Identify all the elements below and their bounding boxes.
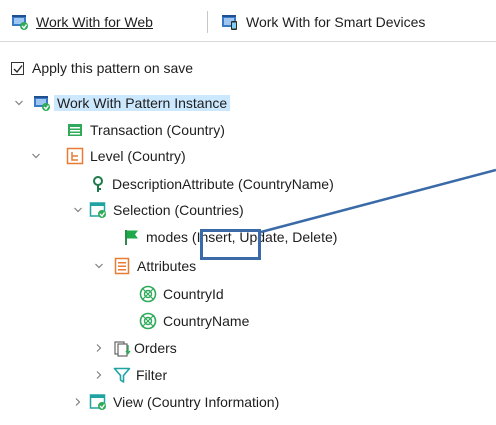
transaction-icon — [68, 124, 82, 136]
attributes-icon — [114, 257, 130, 275]
tree-item-root[interactable]: Work With Pattern Instance — [33, 92, 231, 114]
tree-item-attributes[interactable]: Attributes — [113, 255, 196, 277]
checkmark-icon — [13, 64, 23, 73]
work-with-smart-devices-icon — [222, 15, 237, 30]
work-with-instance-icon — [34, 96, 50, 111]
chevron-down-icon[interactable] — [31, 151, 41, 161]
highlight-box — [200, 229, 261, 260]
view-icon — [89, 394, 106, 410]
tab-separator — [207, 11, 208, 33]
tree-item-selection[interactable]: Selection (Countries) — [89, 199, 244, 221]
tree-item-label: Attributes — [137, 258, 197, 274]
tree-item-label: CountryName — [163, 313, 250, 329]
filter-icon — [113, 367, 131, 383]
tree-item-label: Transaction (Country) — [90, 122, 225, 138]
apply-on-save-option[interactable]: Apply this pattern on save — [11, 60, 193, 76]
chevron-down-icon[interactable] — [94, 261, 104, 271]
tree-item-level[interactable]: Level (Country) — [66, 145, 186, 167]
tree-item-label: DescriptionAttribute (CountryName) — [112, 176, 334, 192]
tab-work-with-smart-devices[interactable]: Work With for Smart Devices — [221, 11, 425, 33]
chevron-right-icon[interactable] — [73, 397, 83, 407]
tree-item-attribute[interactable]: CountryName — [139, 310, 249, 332]
tree-item-label: Orders — [134, 340, 177, 356]
chevron-right-icon[interactable] — [94, 343, 104, 353]
tree-item-label: Filter — [136, 367, 168, 383]
key-icon — [93, 176, 103, 192]
chevron-down-icon[interactable] — [14, 98, 24, 108]
tree-item-description-attribute[interactable]: DescriptionAttribute (CountryName) — [89, 173, 334, 195]
tree-item-transaction[interactable]: Transaction (Country) — [66, 119, 225, 141]
tab-work-with-web[interactable]: Work With for Web — [11, 11, 153, 33]
selection-icon — [89, 202, 106, 218]
apply-on-save-label: Apply this pattern on save — [32, 60, 194, 76]
attribute-icon — [139, 312, 157, 330]
tree-item-attribute[interactable]: CountryId — [139, 283, 224, 305]
apply-on-save-checkbox[interactable] — [11, 61, 24, 75]
tab-work-with-smart-devices-label: Work With for Smart Devices — [246, 14, 426, 30]
tree-item-filter[interactable]: Filter — [113, 364, 167, 386]
pattern-tabs: Work With for Web Work With for Smart De… — [0, 0, 496, 42]
orders-icon — [114, 341, 131, 357]
tree-item-label: Level (Country) — [90, 148, 186, 164]
tree-item-label: Work With Pattern Instance — [54, 95, 231, 111]
level-icon — [66, 147, 84, 165]
tree-item-label: CountryId — [163, 286, 224, 302]
tree-item-label: View (Country Information) — [113, 394, 280, 410]
tree-item-orders[interactable]: Orders — [113, 337, 177, 359]
flag-icon — [125, 230, 138, 245]
chevron-right-icon[interactable] — [94, 370, 104, 380]
tree-item-label: Selection (Countries) — [113, 202, 244, 218]
tab-work-with-web-label: Work With for Web — [36, 14, 153, 30]
work-with-web-icon — [12, 15, 28, 30]
tree-item-view[interactable]: View (Country Information) — [89, 391, 279, 413]
chevron-down-icon[interactable] — [73, 205, 83, 215]
attribute-icon — [139, 285, 157, 303]
